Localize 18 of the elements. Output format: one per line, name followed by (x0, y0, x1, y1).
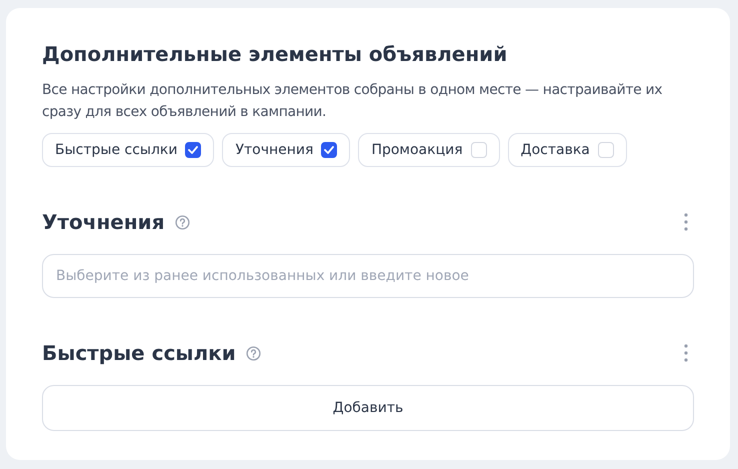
toggle-chip[interactable]: Уточнения (222, 133, 350, 167)
toggle-chip[interactable]: Доставка (508, 133, 627, 167)
help-icon[interactable] (174, 214, 190, 230)
section-title: Уточнения (42, 210, 165, 234)
description: Все настройки дополнительных элементов собраны в одном месте — настраивайте их сразу для всех объявлений в кампании. (42, 81, 664, 122)
check-icon (324, 146, 334, 154)
add-button[interactable]: Добавить (42, 385, 694, 431)
check-icon (188, 146, 198, 154)
card-title: Дополнительные элементы объявлений (42, 41, 508, 67)
help-icon[interactable] (246, 346, 261, 360)
checkbox[interactable] (185, 142, 202, 158)
more-icon[interactable] (684, 213, 688, 231)
checkbox[interactable] (321, 142, 338, 158)
more-icon[interactable] (684, 344, 688, 362)
toggle-chip[interactable]: Быстрые ссылки (42, 133, 214, 167)
section-title: Быстрые ссылки (42, 341, 236, 365)
input-field[interactable]: Выберите из ранее использованных или введите новое (42, 254, 694, 298)
toggle-chip[interactable]: Промоакция (358, 133, 500, 167)
